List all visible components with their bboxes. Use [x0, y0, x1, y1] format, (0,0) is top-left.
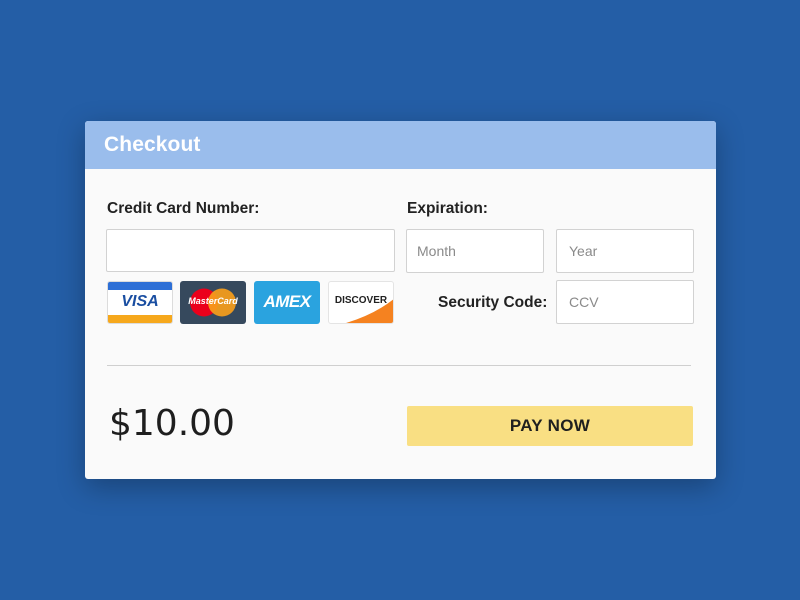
mastercard-logo-text: MasterCard	[188, 296, 238, 306]
checkout-title: Checkout	[104, 133, 201, 156]
checkout-card: Checkout Credit Card Number: VISA Master…	[85, 121, 716, 479]
visa-logo-text: VISA	[121, 293, 159, 310]
mastercard-logo-icon: MasterCard	[180, 281, 246, 324]
discover-logo-icon: DISCOVER	[328, 281, 394, 324]
total-amount: $10.00	[109, 403, 235, 444]
amex-logo-text: AMEX	[263, 292, 311, 311]
card-number-input[interactable]	[106, 229, 395, 272]
expiration-year-input[interactable]	[556, 229, 694, 273]
amex-logo-icon: AMEX	[254, 281, 320, 324]
pay-now-button[interactable]: PAY NOW	[407, 406, 693, 446]
expiration-label: Expiration:	[407, 200, 488, 217]
expiration-month-input[interactable]	[406, 229, 544, 273]
discover-logo-text: DISCOVER	[334, 295, 388, 306]
section-divider	[107, 365, 691, 366]
card-number-label: Credit Card Number:	[107, 200, 260, 217]
checkout-header: Checkout	[85, 121, 716, 169]
security-code-input[interactable]	[556, 280, 694, 324]
security-code-label: Security Code:	[438, 294, 548, 311]
visa-logo-icon: VISA	[107, 281, 173, 324]
